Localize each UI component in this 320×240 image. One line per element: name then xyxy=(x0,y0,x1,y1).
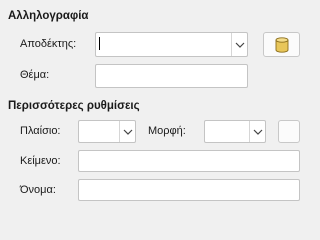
format-options-button[interactable] xyxy=(278,120,300,143)
more-settings-section-title: Περισσότερες ρυθμίσεις xyxy=(8,100,140,112)
text-cursor xyxy=(99,37,100,50)
recipient-input[interactable] xyxy=(96,33,231,56)
recipient-combobox[interactable] xyxy=(95,32,248,57)
subject-label: Θέμα: xyxy=(20,69,50,81)
recipient-dropdown-button[interactable] xyxy=(231,33,247,56)
text-label: Κείμενο: xyxy=(20,155,61,167)
subject-input[interactable] xyxy=(95,64,248,88)
format-label: Μορφή: xyxy=(148,125,186,137)
database-icon xyxy=(275,36,288,53)
correspondence-section-title: Αλληλογραφία xyxy=(8,10,89,22)
recipient-label: Αποδέκτης: xyxy=(20,38,77,50)
name-input[interactable] xyxy=(78,179,300,201)
format-input[interactable] xyxy=(205,121,249,142)
frame-dropdown-button[interactable] xyxy=(119,121,135,142)
frame-input[interactable] xyxy=(79,121,119,142)
chevron-down-icon xyxy=(235,42,244,48)
format-combobox[interactable] xyxy=(204,120,266,143)
text-input[interactable] xyxy=(78,150,300,172)
chevron-down-icon xyxy=(253,129,262,135)
frame-combobox[interactable] xyxy=(78,120,136,143)
format-dropdown-button[interactable] xyxy=(249,121,265,142)
frame-label: Πλαίσιο: xyxy=(20,125,61,137)
chevron-down-icon xyxy=(123,129,132,135)
name-label: Όνομα: xyxy=(20,184,56,196)
address-book-button[interactable] xyxy=(263,32,300,57)
mail-merge-panel: Αλληλογραφία Αποδέκτης: Θέμα: Περισσότερ… xyxy=(0,0,309,207)
